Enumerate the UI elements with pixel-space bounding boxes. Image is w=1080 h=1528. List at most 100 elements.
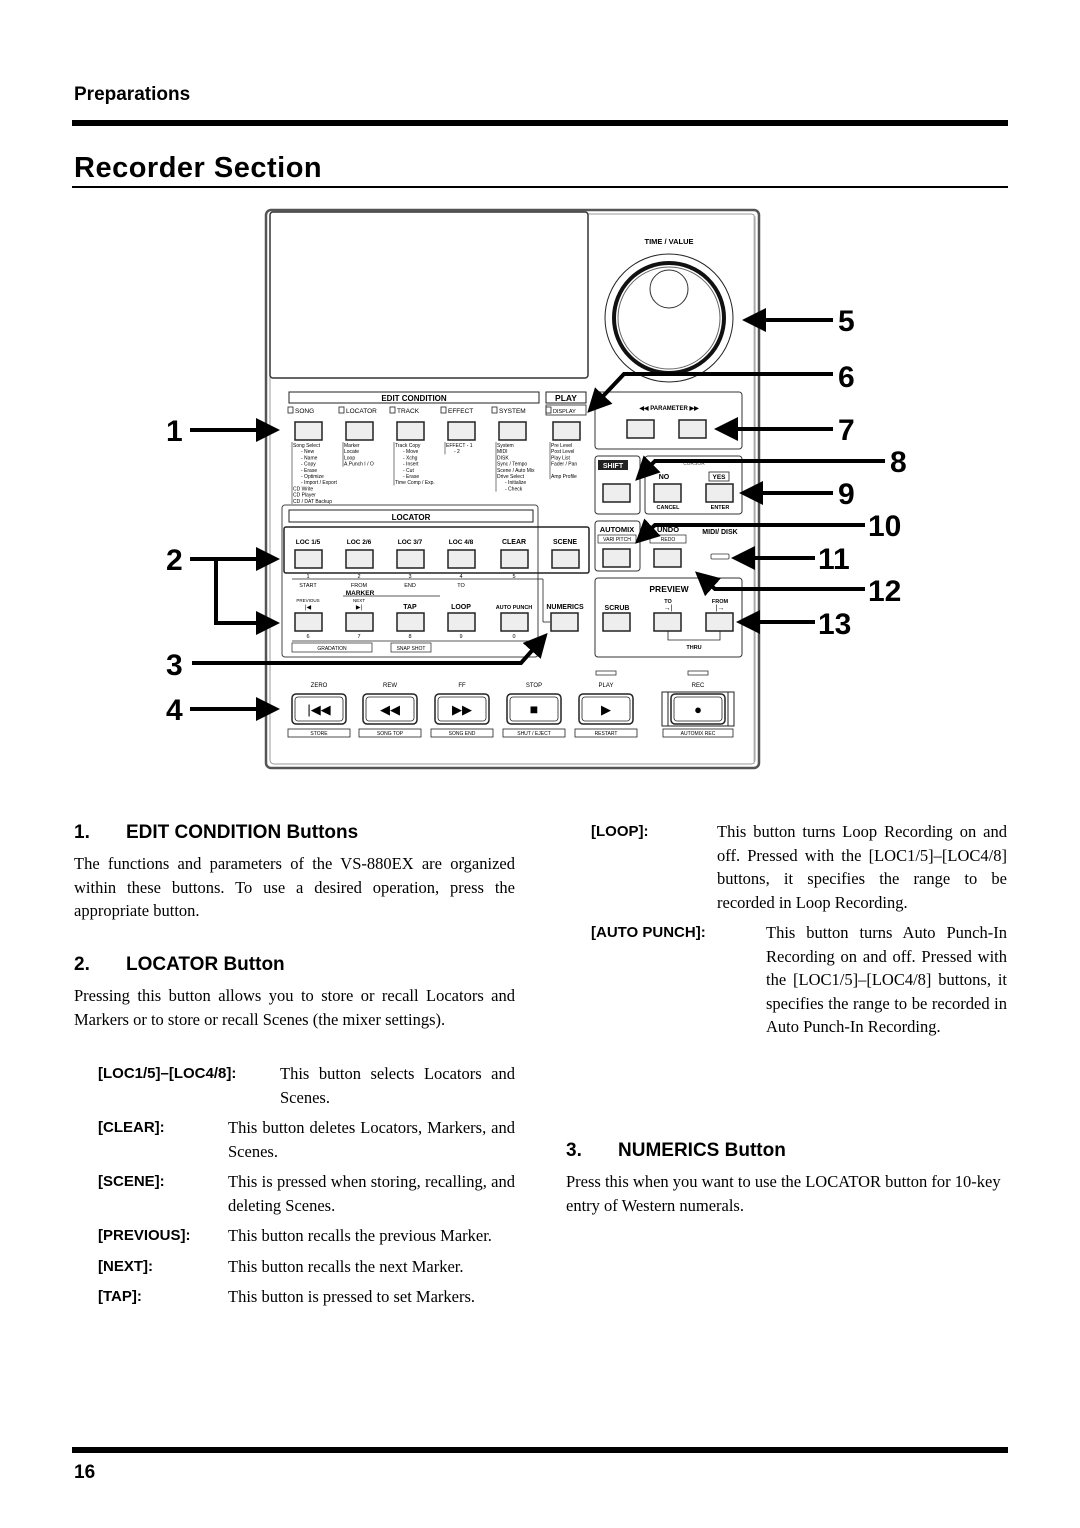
shift-group: SHIFT — [594, 455, 641, 515]
automix-button[interactable] — [602, 548, 631, 568]
locator-loc-4-8-button[interactable] — [447, 549, 476, 569]
key-number: 8 — [408, 634, 411, 640]
edit-menu-item: DISK — [497, 455, 509, 461]
undo-redo-button[interactable] — [653, 548, 682, 568]
no-cancel-button[interactable] — [653, 483, 682, 503]
locator-auto-punch-button[interactable] — [500, 612, 529, 632]
edit-locator-button[interactable] — [345, 421, 374, 441]
locator-group: LOCATOR MARKER GRADATION SNAP SHOT NUMER… — [281, 504, 590, 658]
footer-rule — [72, 1447, 1008, 1453]
edit-song-button-group: SONGSong Select- New- Name- Copy- Erase-… — [287, 406, 337, 505]
edit-menu-item: Play List — [551, 455, 571, 461]
callout-13: 13 — [818, 608, 851, 641]
locator-loc-3-7-button[interactable] — [396, 549, 425, 569]
edit-system-button-group: SYSTEM SystemMIDIDISKSync / TempoScene / … — [491, 406, 535, 492]
page-number: 16 — [74, 1462, 96, 1483]
yes-enter-button[interactable] — [705, 483, 734, 503]
edit-system-button[interactable] — [498, 421, 527, 441]
section-1-body: The functions and parameters of the VS-8… — [74, 854, 515, 920]
locator-tap-button[interactable] — [396, 612, 425, 632]
edit-menu-item: A.Punch I / O — [344, 462, 374, 468]
rec-indicator — [687, 670, 709, 676]
section-2-heading: 2. LOCATOR Button — [74, 954, 285, 975]
locator-loc-1-5-button[interactable] — [294, 549, 323, 569]
locator-definitions-left: [LOC1/5]–[LOC4/8]: This button selects Lo… — [98, 1062, 515, 1316]
running-head: Preparations — [74, 84, 191, 105]
svg-text:MARKER: MARKER — [346, 590, 375, 597]
definition-term: [LOC1/5]–[LOC4/8]: — [98, 1065, 237, 1082]
locator-definitions-right: [LOOP]: This button turns Loop Recording … — [591, 820, 1007, 1046]
edit-menu-item: - Name — [301, 455, 318, 461]
edit-song-button[interactable] — [294, 421, 323, 441]
locator-sublabel: FROM — [351, 583, 368, 589]
parameter-right-button[interactable] — [678, 419, 707, 439]
key-number: 1 — [306, 574, 309, 580]
svg-text:NUMERICS: NUMERICS — [546, 604, 584, 611]
edit-menu-item: - New — [301, 449, 314, 455]
edit-effect-button[interactable] — [447, 421, 476, 441]
edit-menu-item: - Xchg — [403, 455, 418, 461]
automix-group: AUTOMIX VARI PITCH UNDO REDO MIDI/ DISK — [594, 520, 738, 572]
definition-item: [LOOP]: This button turns Loop Recording … — [591, 820, 1007, 914]
edit-menu-item: CD Write — [293, 486, 313, 492]
parameter-left-button[interactable] — [626, 419, 655, 439]
locator-button-label: PREVIOUS — [296, 598, 319, 603]
edit-menu-item: System — [497, 443, 514, 449]
transport-label: REW — [383, 683, 397, 689]
definition-description: This button selects Locators and Scenes. — [280, 1064, 515, 1107]
preview-to-button[interactable] — [653, 612, 682, 632]
rewind-icon: ◀◀ — [380, 702, 400, 717]
locator-sublabel: START — [299, 583, 317, 589]
definition-term: [SCENE]: — [98, 1173, 165, 1190]
definition-description: This button turns Auto Punch-In Recordin… — [766, 923, 1007, 1036]
locator-button-label: LOC 4/8 — [449, 539, 474, 546]
edit-button-label: DISPLAY — [553, 409, 576, 415]
definition-term: [CLEAR]: — [98, 1119, 165, 1136]
edit-display-button[interactable] — [552, 421, 581, 441]
page-icon — [287, 406, 294, 414]
edit-menu-item: CD Player — [293, 493, 316, 499]
key-number: 9 — [459, 634, 462, 640]
locator-next-button[interactable] — [345, 612, 374, 632]
play-label: PLAY — [555, 393, 577, 403]
edit-button-label: TRACK — [397, 408, 420, 415]
header-rule — [72, 120, 1008, 126]
definition-term: [TAP]: — [98, 1288, 142, 1305]
callout-12: 12 — [868, 575, 901, 608]
shift-button[interactable] — [602, 483, 631, 503]
edit-menu-item: Locate — [344, 449, 359, 455]
definition-description: This is pressed when storing, recalling,… — [228, 1172, 515, 1215]
edit-menu-item: - Initialize — [505, 480, 526, 486]
svg-text:MIDI/ DISK: MIDI/ DISK — [702, 529, 737, 536]
scrub-button[interactable] — [602, 612, 631, 632]
transport-sublabel: AUTOMIX REC — [681, 731, 716, 737]
edit-menu-item: - Erase — [301, 468, 317, 474]
edit-menu-item: - 2 — [454, 449, 460, 455]
cursor-group: CURSOR NO YES CANCEL ENTER — [644, 455, 743, 515]
svg-text:YES: YES — [712, 474, 726, 481]
definition-item: [SCENE]: This is pressed when storing, re… — [98, 1170, 515, 1217]
key-number: 6 — [306, 634, 309, 640]
callout-3: 3 — [166, 649, 183, 682]
locator-scene-button[interactable] — [551, 549, 580, 569]
callout-6: 6 — [838, 361, 855, 394]
locator-clear-button[interactable] — [500, 549, 529, 569]
edit-button-label: SYSTEM — [499, 408, 526, 415]
locator-loc-2-6-button[interactable] — [345, 549, 374, 569]
locator-button-label: SCENE — [553, 539, 577, 546]
page-icon — [389, 406, 396, 414]
time-value-dial[interactable]: TIME / VALUE — [604, 237, 734, 383]
edit-track-button[interactable] — [396, 421, 425, 441]
definition-item: [LOC1/5]–[LOC4/8]: This button selects Lo… — [98, 1062, 515, 1109]
next-icon: ▶| — [356, 605, 363, 611]
definition-description: This button recalls the previous Marker. — [228, 1226, 492, 1245]
definition-description: This button is pressed to set Markers. — [228, 1287, 476, 1306]
locator-loop-button[interactable] — [447, 612, 476, 632]
locator-previous-button[interactable] — [294, 612, 323, 632]
numerics-button[interactable] — [550, 612, 579, 632]
page-icon — [545, 406, 552, 414]
edit-menu-item: Sync / Tempo — [497, 462, 527, 468]
edit-menu-item: - Copy — [301, 462, 316, 468]
svg-text:SHIFT: SHIFT — [603, 463, 624, 470]
preview-from-button[interactable] — [705, 612, 734, 632]
